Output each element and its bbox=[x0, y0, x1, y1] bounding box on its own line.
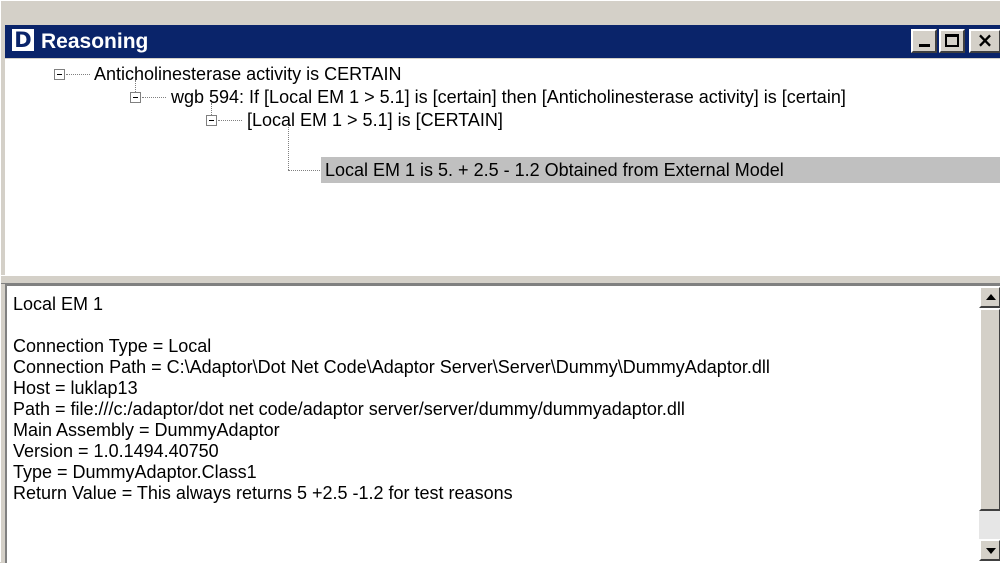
detail-line: Connection Type = Local bbox=[13, 336, 212, 356]
tree-node-conclusion[interactable]: Anticholinesterase activity is CERTAIN bbox=[94, 63, 401, 85]
detail-line: Return Value = This always returns 5 +2.… bbox=[13, 483, 513, 503]
app-icon[interactable]: D bbox=[11, 28, 35, 52]
scroll-up-button[interactable] bbox=[979, 286, 1000, 308]
arrow-up-icon bbox=[986, 294, 996, 300]
reasoning-tree[interactable]: Anticholinesterase activity is CERTAIN w… bbox=[5, 59, 1000, 275]
detail-blank-line bbox=[13, 315, 770, 336]
tree-node-condition[interactable]: [Local EM 1 > 5.1] is [CERTAIN] bbox=[247, 109, 503, 131]
detail-line: Type = DummyAdaptor.Class1 bbox=[13, 462, 257, 482]
vertical-scrollbar[interactable] bbox=[979, 286, 1000, 561]
tree-node-value[interactable]: Local EM 1 is 5. + 2.5 - 1.2 Obtained fr… bbox=[325, 159, 784, 181]
scroll-down-button[interactable] bbox=[979, 539, 1000, 561]
minimize-icon bbox=[919, 44, 930, 47]
close-icon: × bbox=[976, 28, 994, 52]
pane-splitter[interactable] bbox=[1, 275, 1000, 284]
arrow-down-icon bbox=[986, 548, 996, 554]
detail-line: Host = luklap13 bbox=[13, 378, 138, 398]
detail-line: Connection Path = C:\Adaptor\Dot Net Cod… bbox=[13, 357, 770, 377]
detail-line: Path = file:///c:/adaptor/dot net code/a… bbox=[13, 399, 685, 419]
collapse-icon[interactable] bbox=[206, 115, 217, 126]
detail-line: Version = 1.0.1494.40750 bbox=[13, 441, 219, 461]
maximize-button[interactable] bbox=[939, 29, 965, 53]
tree-node-rule[interactable]: wgb 594: If [Local EM 1 > 5.1] is [certa… bbox=[171, 86, 846, 108]
detail-text: Local EM 1 Connection Type = Local Conne… bbox=[13, 294, 770, 504]
minimize-button[interactable] bbox=[911, 29, 937, 53]
detail-heading: Local EM 1 bbox=[13, 294, 104, 314]
reasoning-window: D Reasoning × Anticholinesterase activit… bbox=[0, 0, 1000, 563]
detail-pane[interactable]: Local EM 1 Connection Type = Local Conne… bbox=[5, 284, 1000, 563]
detail-line: Main Assembly = DummyAdaptor bbox=[13, 420, 280, 440]
close-button[interactable]: × bbox=[969, 29, 1000, 53]
collapse-icon[interactable] bbox=[54, 69, 65, 80]
maximize-icon bbox=[945, 34, 959, 47]
title-bar[interactable]: D Reasoning × bbox=[5, 25, 1000, 58]
collapse-icon[interactable] bbox=[130, 92, 141, 103]
scroll-thumb[interactable] bbox=[979, 308, 1000, 511]
window-title: Reasoning bbox=[41, 30, 149, 53]
